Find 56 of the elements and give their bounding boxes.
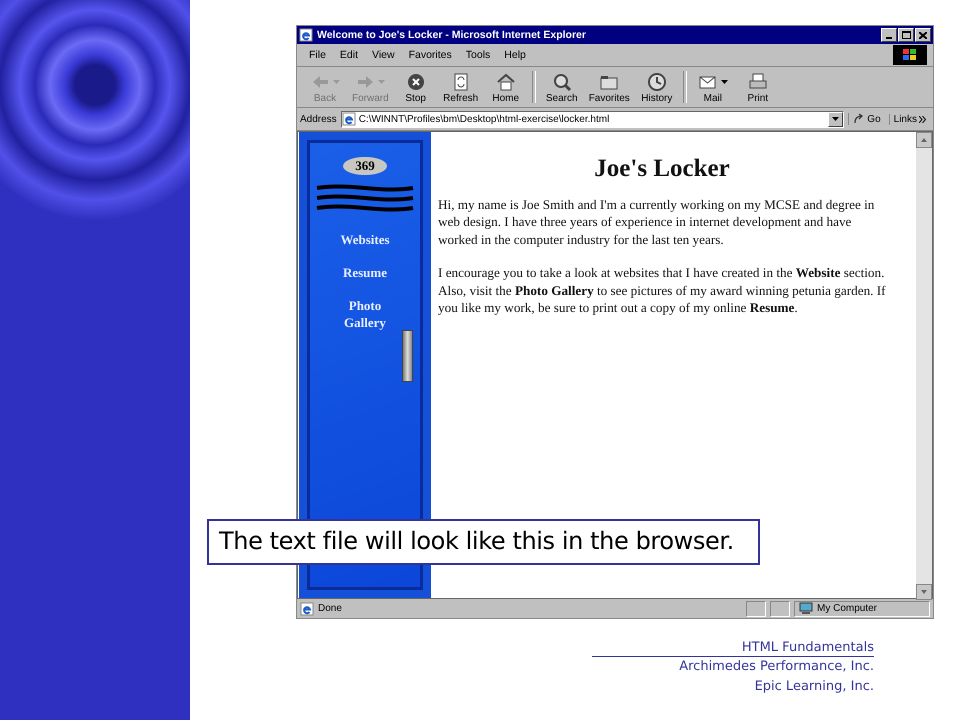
go-arrow-icon: [853, 113, 866, 125]
nav-link[interactable]: Websites: [335, 231, 395, 248]
close-button[interactable]: [915, 28, 931, 42]
menu-item[interactable]: File: [303, 49, 332, 61]
footer-text: Archimedes Performance, Inc.: [679, 658, 874, 676]
clock-icon: [646, 72, 667, 92]
toolbar-button[interactable]: Mail: [690, 70, 735, 104]
close-icon: [919, 32, 927, 38]
dropdown-button[interactable]: [828, 112, 844, 126]
go-button[interactable]: Go: [848, 113, 885, 125]
links-button[interactable]: Links: [888, 114, 930, 124]
toolbar-button[interactable]: Print: [736, 70, 780, 104]
zone-text: My Computer: [817, 603, 878, 614]
maximize-button[interactable]: [898, 28, 914, 42]
caret-icon: [832, 117, 840, 121]
page-heading: Joe's Locker: [593, 160, 731, 178]
toolbar-button[interactable]: Search: [540, 70, 584, 104]
minimize-icon: [886, 37, 892, 39]
toolbar-button[interactable]: History: [634, 70, 679, 104]
footer-link[interactable]: HTML Fundamentals: [592, 639, 874, 657]
menu-item[interactable]: Help: [498, 49, 532, 61]
search-icon: [552, 72, 572, 92]
address-label: Address: [300, 114, 337, 124]
minimize-button[interactable]: [881, 28, 897, 42]
toolbar-button[interactable]: Refresh: [438, 70, 483, 104]
locker-handle: [402, 330, 413, 382]
stop-icon: [406, 72, 426, 92]
nav-link[interactable]: Resume: [335, 264, 395, 281]
toolbar-button[interactable]: Home: [484, 70, 528, 104]
page-icon: [300, 602, 314, 616]
chevron-icon: [919, 116, 926, 122]
paragraph: I encourage you to take a look at websites that I have created in the Website section. Also, visit the Photo Gallery to see pictures of my award winning petunia garden. If you like my work, be sure to print out a copy of my online Resume.: [438, 264, 886, 316]
page-icon: [342, 112, 356, 126]
paragraph: Hi, my name is Joe Smith and I'm a currently working on my MCSE and degree in web design. I have three years of experience in internet development and have worked in the computer industry for the last ten years.: [438, 196, 876, 248]
window-title: Welcome to Joe's Locker - Microsoft Internet Explorer: [317, 29, 586, 41]
menu-item[interactable]: Tools: [460, 49, 496, 61]
footer-text: Epic Learning, Inc.: [754, 678, 874, 696]
menu-item[interactable]: Edit: [334, 49, 364, 61]
computer-icon: [799, 602, 813, 615]
status-panel: [770, 600, 790, 616]
callout-caption: The text file will look like this in the browser.: [207, 519, 760, 565]
menu-item[interactable]: View: [366, 49, 401, 61]
address-text: C:\WINNT\Profiles\bm\Desktop\html-exercise\locker.html: [358, 114, 610, 124]
printer-icon: [748, 72, 768, 92]
menu-item[interactable]: Favorites: [402, 49, 458, 61]
address-field[interactable]: C:\WINNT\Profiles\bm\Desktop\html-exercise\locker.html: [340, 110, 844, 128]
number-plate: 369: [343, 157, 387, 175]
browser-logo-icon: [299, 28, 313, 42]
flag-icon: [903, 49, 917, 61]
status-text: Done: [318, 603, 342, 614]
toolbar-button[interactable]: Favorites: [584, 70, 634, 104]
toolbar-button[interactable]: Stop: [394, 70, 438, 104]
status-panel: [746, 600, 766, 616]
house-icon: [496, 72, 516, 92]
nav-link[interactable]: Photo Gallery: [335, 297, 395, 331]
maximize-icon: [902, 31, 910, 39]
